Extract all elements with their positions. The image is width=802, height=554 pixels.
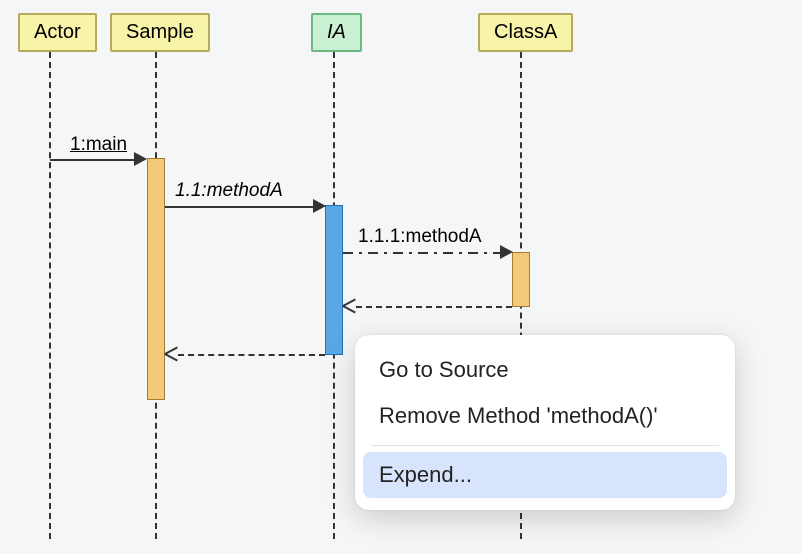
message-arrow-methodA2 [343,252,502,254]
participant-actor[interactable]: Actor [18,13,97,52]
participant-ia[interactable]: IA [311,13,362,52]
message-arrow-methodA1 [165,206,315,208]
message-label-methodA1[interactable]: 1.1:methodA [175,180,283,202]
return-arrow-ia-sample [178,354,325,356]
menu-go-to-source[interactable]: Go to Source [363,347,727,393]
menu-remove-method[interactable]: Remove Method 'methodA()' [363,393,727,439]
menu-expend[interactable]: Expend... [363,452,727,498]
message-label-methodA2[interactable]: 1.1.1:methodA [358,226,482,248]
context-menu: Go to Source Remove Method 'methodA()' E… [355,335,735,510]
participant-sample[interactable]: Sample [110,13,210,52]
menu-separator [371,445,719,446]
activation-ia[interactable] [325,205,343,355]
return-arrow-classA-ia [356,306,512,308]
message-label-main[interactable]: 1:main [70,134,127,156]
arrowhead-methodA1 [313,199,326,213]
arrowhead-methodA2 [500,245,513,259]
arrowhead-main [134,152,147,166]
activation-classA[interactable] [512,252,530,307]
message-arrow-main [50,159,136,161]
lifeline-actor [49,52,51,539]
participant-classA[interactable]: ClassA [478,13,573,52]
activation-sample[interactable] [147,158,165,400]
